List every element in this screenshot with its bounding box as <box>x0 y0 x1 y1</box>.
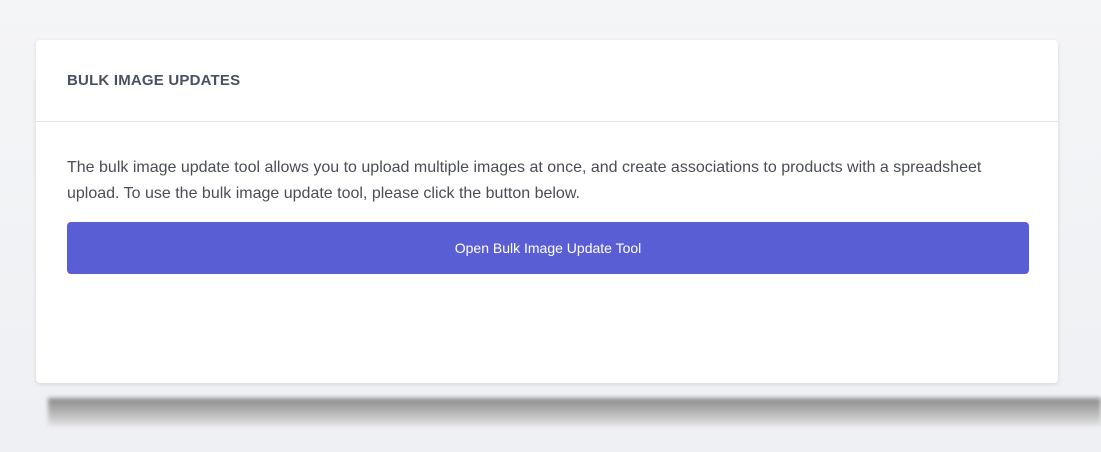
card-description: The bulk image update tool allows you to… <box>67 159 982 202</box>
bulk-image-updates-card: BULK IMAGE UPDATES The bulk image update… <box>36 40 1058 383</box>
page-shadow <box>48 398 1101 426</box>
card-title: BULK IMAGE UPDATES <box>67 72 241 89</box>
card-header: BULK IMAGE UPDATES <box>36 40 1058 122</box>
open-bulk-image-update-tool-button[interactable]: Open Bulk Image Update Tool <box>67 222 1029 274</box>
card-body: The bulk image update tool allows you to… <box>36 122 1058 274</box>
